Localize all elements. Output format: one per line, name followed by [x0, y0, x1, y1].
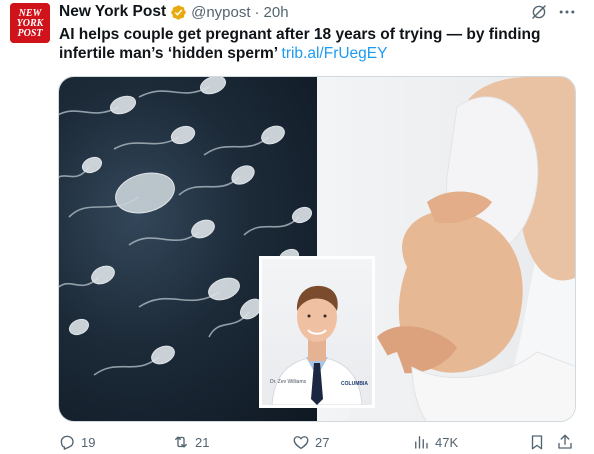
- views-button[interactable]: 47K: [412, 433, 458, 451]
- tweet-text: AI helps couple get pregnant after 18 ye…: [59, 25, 579, 63]
- retweet-icon: [175, 436, 187, 448]
- handle[interactable]: @nypost: [191, 4, 250, 21]
- separator-dot: ·: [254, 3, 260, 21]
- more-options-icon[interactable]: [557, 2, 577, 22]
- like-button[interactable]: 27: [292, 433, 329, 451]
- doctor-badge: COLUMBIA: [341, 381, 368, 387]
- retweet-count: 21: [195, 434, 210, 450]
- bookmark-button[interactable]: [528, 433, 546, 451]
- svg-text:POST: POST: [18, 28, 44, 39]
- new-york-post-logo: NEW YORK POST: [10, 3, 50, 43]
- timestamp[interactable]: 20h: [264, 4, 289, 21]
- bookmark-icon: [531, 435, 543, 450]
- like-count: 27: [315, 434, 330, 450]
- tweet[interactable]: NEW YORK POST New York Post @nypost · 20…: [0, 0, 594, 454]
- views-icon: [415, 436, 428, 449]
- verified-badge-icon[interactable]: [170, 4, 187, 21]
- reply-count: 19: [81, 434, 96, 450]
- tweet-actions: 19 21 27 47K: [0, 430, 594, 454]
- grok-icon[interactable]: [530, 3, 548, 21]
- retweet-button[interactable]: 21: [172, 433, 209, 451]
- tweet-link[interactable]: trib.al/FrUegEY: [282, 45, 388, 62]
- avatar[interactable]: NEW YORK POST: [10, 3, 50, 43]
- share-button[interactable]: [556, 433, 574, 451]
- views-count: 47K: [435, 434, 459, 450]
- doctor-portrait: COLUMBIA Dr. Zev Williams: [259, 256, 375, 408]
- display-name[interactable]: New York Post: [59, 3, 166, 21]
- heart-icon: [293, 436, 309, 450]
- reply-icon: [60, 435, 74, 450]
- tweet-media[interactable]: COLUMBIA Dr. Zev Williams: [58, 76, 576, 422]
- reply-button[interactable]: 19: [58, 433, 95, 451]
- share-icon: [558, 434, 572, 449]
- doctor-caption: Dr. Zev Williams: [270, 379, 307, 385]
- tweet-header: New York Post @nypost · 20h: [59, 2, 289, 22]
